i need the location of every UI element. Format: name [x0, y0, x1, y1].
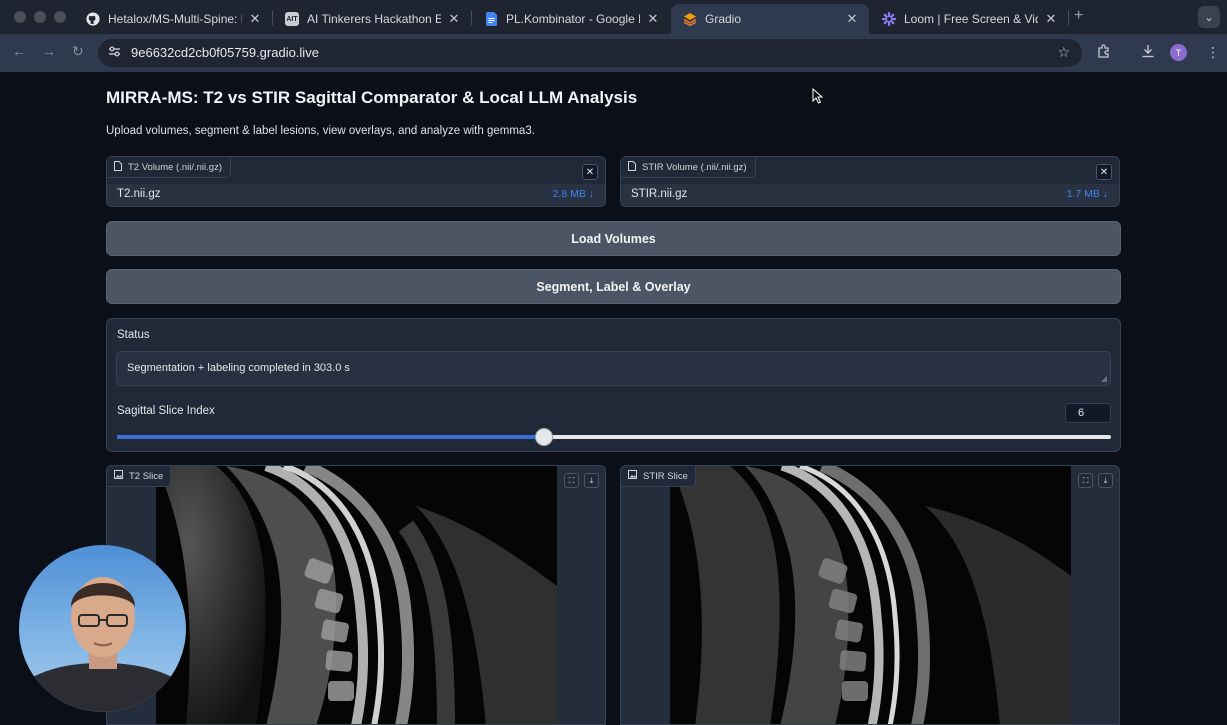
close-tab-icon[interactable]: ✕	[646, 11, 660, 27]
status-panel: Status Segmentation + labeling completed…	[106, 318, 1121, 452]
page-subtitle: Upload volumes, segment & label lesions,…	[106, 125, 535, 137]
tab-title: Gradio	[705, 12, 742, 26]
github-icon	[86, 12, 100, 26]
image-controls: ⛶ ⤓	[1078, 473, 1113, 488]
clear-file-icon[interactable]: ✕	[582, 164, 598, 180]
file-icon	[114, 160, 122, 174]
stir-upload-label: STIR Volume (.nii/.nii.gz)	[621, 157, 756, 178]
tab-title: AI Tinkerers Hackathon Entrie	[307, 12, 441, 26]
back-arrow-icon[interactable]: ←	[12, 43, 26, 59]
site-settings-icon[interactable]	[108, 45, 121, 61]
label-text: STIR Slice	[643, 470, 688, 482]
tab-google-docs[interactable]: PL.Kombinator - Google Docs ✕	[472, 4, 670, 34]
tab-loom[interactable]: Loom | Free Screen & Video R ✕	[870, 4, 1068, 34]
browser-toolbar: ← → ↻ 9e6632cd2cb0f05759.gradio.live ☆ ⋮	[0, 34, 1227, 72]
loom-icon	[882, 12, 896, 26]
image-icon	[114, 470, 123, 482]
status-label: Status	[117, 329, 150, 341]
close-tab-icon[interactable]: ✕	[1044, 11, 1058, 27]
minimize-window-button[interactable]	[34, 11, 46, 23]
tab-title: Loom | Free Screen & Video R	[904, 12, 1038, 26]
fullscreen-icon[interactable]: ⛶	[564, 473, 579, 488]
download-icon[interactable]: ⤓	[584, 473, 599, 488]
clear-file-icon[interactable]: ✕	[1096, 164, 1112, 180]
image-controls: ⛶ ⤓	[564, 473, 599, 488]
stir-slice-label: STIR Slice	[621, 466, 696, 487]
tab-gradio[interactable]: Gradio ✕	[671, 4, 869, 34]
new-tab-button[interactable]: +	[1074, 7, 1083, 25]
resize-grip-icon[interactable]: ◢	[1101, 374, 1107, 383]
ait-icon: AIT	[285, 12, 299, 26]
status-textbox[interactable]: Segmentation + labeling completed in 303…	[116, 351, 1111, 386]
tab-title: Hetalox/MS-Multi-Spine: Multi	[108, 12, 242, 26]
tab-ai-tinkerers[interactable]: AIT AI Tinkerers Hackathon Entrie ✕	[273, 4, 471, 34]
file-name: T2.nii.gz	[117, 188, 161, 200]
page-title: MIRRA-MS: T2 vs STIR Sagittal Comparator…	[106, 88, 638, 107]
browser-tab-strip: Hetalox/MS-Multi-Spine: Multi ✕ AIT AI T…	[0, 0, 1227, 34]
status-text: Segmentation + labeling completed in 303…	[127, 362, 350, 374]
image-icon	[628, 470, 637, 482]
close-tab-icon[interactable]: ✕	[447, 11, 461, 27]
download-icon[interactable]	[1141, 44, 1155, 61]
mouse-cursor-icon	[812, 87, 824, 109]
extensions-icon[interactable]	[1097, 44, 1112, 62]
url-text: 9e6632cd2cb0f05759.gradio.live	[131, 45, 319, 60]
t2-slice-image: T2 Slice ⛶ ⤓	[106, 465, 606, 725]
file-download-link[interactable]: 1.7 MB ↓	[1067, 188, 1108, 200]
slice-slider-track[interactable]	[117, 428, 1111, 446]
docs-icon	[484, 12, 498, 26]
load-volumes-button[interactable]: Load Volumes	[106, 221, 1121, 256]
slice-slider-label: Sagittal Slice Index	[117, 405, 215, 417]
window-controls[interactable]	[14, 11, 66, 23]
file-icon	[628, 160, 636, 174]
label-text: STIR Volume (.nii/.nii.gz)	[642, 161, 747, 173]
download-icon[interactable]: ⤓	[1098, 473, 1113, 488]
slice-index-input[interactable]: 6	[1065, 403, 1111, 423]
webcam-overlay[interactable]	[19, 545, 186, 712]
stir-slice-image: STIR Slice ⛶ ⤓	[620, 465, 1120, 725]
reload-icon[interactable]: ↻	[72, 43, 84, 60]
tab-github[interactable]: Hetalox/MS-Multi-Spine: Multi ✕	[74, 4, 272, 34]
kebab-menu-icon[interactable]: ⋮	[1206, 44, 1220, 61]
bookmark-star-icon[interactable]: ☆	[1057, 44, 1070, 61]
close-window-button[interactable]	[14, 11, 26, 23]
slice-slider-fill	[117, 435, 544, 439]
t2-upload[interactable]: T2 Volume (.nii/.nii.gz) ✕ T2.nii.gz 2.8…	[106, 156, 606, 207]
tab-separator	[1068, 11, 1069, 25]
t2-upload-label: T2 Volume (.nii/.nii.gz)	[107, 157, 231, 178]
forward-arrow-icon[interactable]: →	[42, 43, 56, 59]
tab-title: PL.Kombinator - Google Docs	[506, 12, 640, 26]
zoom-window-button[interactable]	[54, 11, 66, 23]
stir-mri-scan	[670, 466, 1071, 724]
t2-mri-scan	[156, 466, 557, 724]
profile-avatar[interactable]: T	[1170, 44, 1187, 61]
close-tab-icon[interactable]: ✕	[845, 11, 859, 27]
label-text: T2 Volume (.nii/.nii.gz)	[128, 161, 222, 173]
address-bar[interactable]: 9e6632cd2cb0f05759.gradio.live ☆	[98, 39, 1082, 67]
tab-search-button[interactable]: ⌄	[1198, 6, 1220, 28]
label-text: T2 Slice	[129, 470, 164, 482]
slice-slider-thumb[interactable]	[535, 428, 553, 446]
file-download-link[interactable]: 2.8 MB ↓	[553, 188, 594, 200]
gradio-icon	[683, 12, 697, 26]
close-tab-icon[interactable]: ✕	[248, 11, 262, 27]
stir-upload[interactable]: STIR Volume (.nii/.nii.gz) ✕ STIR.nii.gz…	[620, 156, 1120, 207]
file-row: STIR.nii.gz 1.7 MB ↓	[621, 184, 1119, 206]
t2-slice-label: T2 Slice	[107, 466, 172, 487]
fullscreen-icon[interactable]: ⛶	[1078, 473, 1093, 488]
file-name: STIR.nii.gz	[631, 188, 688, 200]
segment-label-overlay-button[interactable]: Segment, Label & Overlay	[106, 269, 1121, 304]
file-row: T2.nii.gz 2.8 MB ↓	[107, 184, 605, 206]
